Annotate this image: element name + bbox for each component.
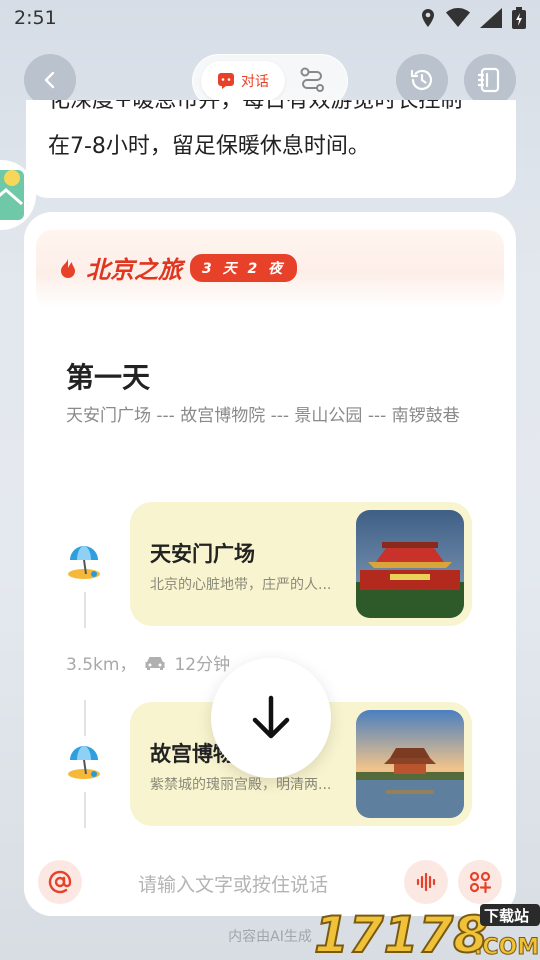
transit-info: 3.5km， 12分钟: [66, 650, 230, 675]
timeline-connector: [84, 700, 86, 736]
poi-card-tiananmen[interactable]: 天安门广场 北京的心脏地带，庄严的人...: [130, 502, 472, 626]
battery-icon: [512, 7, 526, 29]
signal-icon: [480, 8, 502, 28]
timeline-connector: [84, 792, 86, 828]
location-icon: [422, 9, 434, 27]
transit-time: 12分钟: [174, 655, 231, 675]
arrow-down-icon: [252, 695, 290, 739]
poi-name: 天安门广场: [150, 542, 255, 566]
poi-description: 北京的心脏地带，庄严的人...: [150, 577, 332, 593]
sound-wave-icon: [416, 872, 436, 892]
trip-title-row: 北京之旅 3 天 2 夜: [58, 250, 298, 285]
timeline-connector: [84, 592, 86, 628]
watermark-domain: .COM: [474, 935, 539, 960]
tab-route[interactable]: [299, 67, 325, 99]
route-icon: [300, 67, 324, 92]
day-title: 第一天: [66, 361, 151, 394]
watermark-tag: 下载站: [484, 907, 529, 925]
history-icon: [410, 69, 433, 90]
chevron-left-icon: [44, 71, 55, 89]
previous-message-text: 化深度+暖息市并，每日有效游览时长控制 在7-8小时，留足保暖休息时间。: [48, 100, 508, 170]
back-button[interactable]: [24, 54, 76, 106]
notebook-button[interactable]: [464, 54, 516, 106]
scroll-to-bottom-button[interactable]: [211, 658, 331, 778]
beach-umbrella-icon: [68, 546, 100, 579]
status-bar: 2:51: [0, 0, 540, 36]
apps-grid-icon: [469, 871, 492, 894]
watermark-number: 17178: [314, 906, 488, 960]
transit-distance: 3.5km，: [66, 655, 137, 675]
poi-photo-tiananmen: [356, 510, 464, 618]
car-icon: [145, 656, 165, 670]
notebook-icon: [478, 67, 500, 93]
tab-chat-label: 对话: [241, 74, 269, 90]
chat-icon: [218, 73, 234, 89]
chat-input[interactable]: 请输入文字或按住说话: [138, 870, 328, 897]
voice-button[interactable]: [404, 860, 448, 904]
flame-icon: [61, 257, 75, 278]
site-watermark: 17178 下载站 .COM: [313, 900, 540, 960]
day-route-summary: 天安门广场 --- 故宫博物院 --- 景山公园 --- 南锣鼓巷: [66, 406, 460, 426]
previous-message-line-2: 在7-8小时，留足保暖休息时间。: [48, 134, 370, 159]
poi-description: 紫禁城的瑰丽宫殿，明清两...: [150, 777, 332, 793]
trip-duration-badge: 3 天 2 夜: [190, 253, 298, 282]
itinerary-card: 北京之旅 3 天 2 夜 第一天 天安门广场 --- 故宫博物院 --- 景山公…: [24, 212, 516, 916]
wifi-icon: [446, 8, 470, 27]
status-time: 2:51: [14, 7, 57, 29]
at-icon: [48, 870, 72, 894]
beach-umbrella-icon: [68, 746, 100, 779]
trip-title: 北京之旅: [86, 255, 182, 284]
status-icons: [420, 7, 526, 29]
history-button[interactable]: [396, 54, 448, 106]
previous-message-card: 化深度+暖息市并，每日有效游览时长控制 在7-8小时，留足保暖休息时间。: [26, 100, 516, 198]
more-apps-button[interactable]: [458, 860, 502, 904]
poi-photo-forbidden-city: [356, 710, 464, 818]
previous-message-line-1: 化深度+暖息市并，每日有效游览时长控制: [48, 100, 463, 113]
mention-button[interactable]: [38, 860, 82, 904]
tab-chat[interactable]: 对话: [201, 61, 285, 101]
